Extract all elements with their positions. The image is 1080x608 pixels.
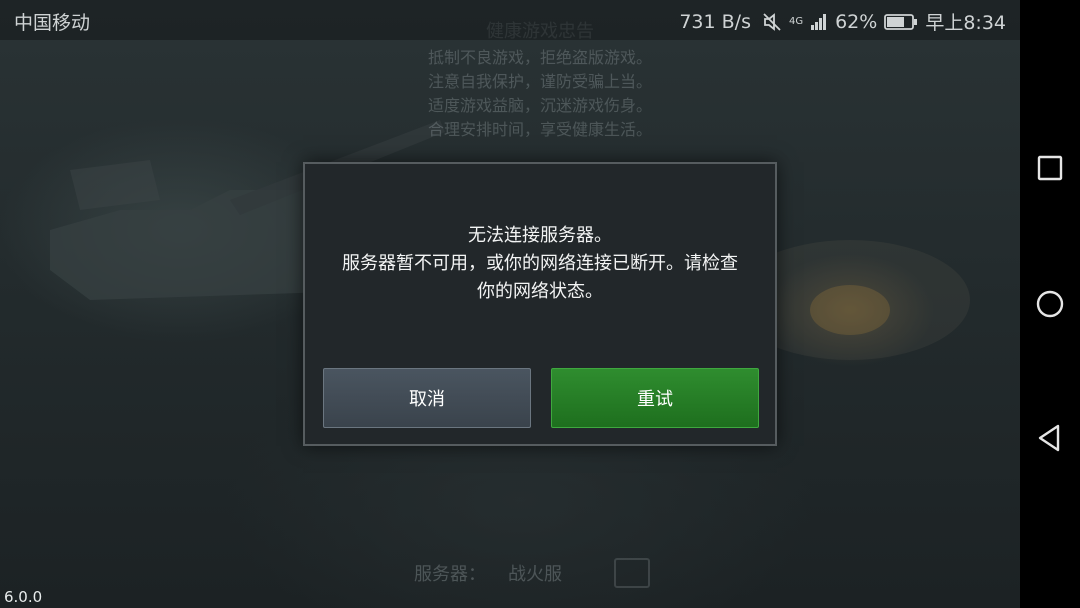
- home-icon[interactable]: [1034, 288, 1066, 320]
- version-label: 6.0.0: [4, 588, 43, 606]
- battery-icon: [884, 13, 918, 30]
- back-icon[interactable]: [1034, 422, 1066, 454]
- status-bar: 中国移动 731 B/s 4G 62% 早上8:34: [0, 0, 1020, 40]
- server-selector[interactable]: 服务器： 战火服: [414, 558, 650, 588]
- navigation-bar: [1020, 0, 1080, 608]
- carrier-name: 中国移动: [14, 12, 91, 34]
- server-name: 战火服: [508, 564, 562, 585]
- network-type: 4G: [788, 15, 804, 27]
- signal-icon: [811, 13, 827, 30]
- net-speed: 731 B/s: [679, 10, 751, 33]
- dialog-message: 无法连接服务器。 服务器暂不可用，或你的网络连接已断开。请检查 你的网络状态。: [342, 225, 738, 302]
- connection-error-dialog: 无法连接服务器。 服务器暂不可用，或你的网络连接已断开。请检查 你的网络状态。 …: [303, 162, 777, 446]
- recent-apps-icon[interactable]: [1034, 152, 1066, 184]
- retry-button[interactable]: 重试: [551, 368, 759, 428]
- server-label: 服务器：: [414, 564, 486, 585]
- clock: 早上8:34: [925, 12, 1006, 34]
- health-notice-line: 适度游戏益脑，沉迷游戏伤身。: [427, 96, 652, 115]
- mute-icon: [763, 12, 781, 31]
- health-notice-line: 抵制不良游戏，拒绝盗版游戏。: [427, 48, 652, 67]
- cancel-button[interactable]: 取消: [323, 368, 531, 428]
- battery-percent: 62%: [835, 10, 878, 33]
- server-list-icon[interactable]: [614, 558, 650, 588]
- health-notice-line: 注意自我保护，谨防受骗上当。: [427, 72, 652, 91]
- health-notice-line: 合理安排时间，享受健康生活。: [427, 120, 652, 139]
